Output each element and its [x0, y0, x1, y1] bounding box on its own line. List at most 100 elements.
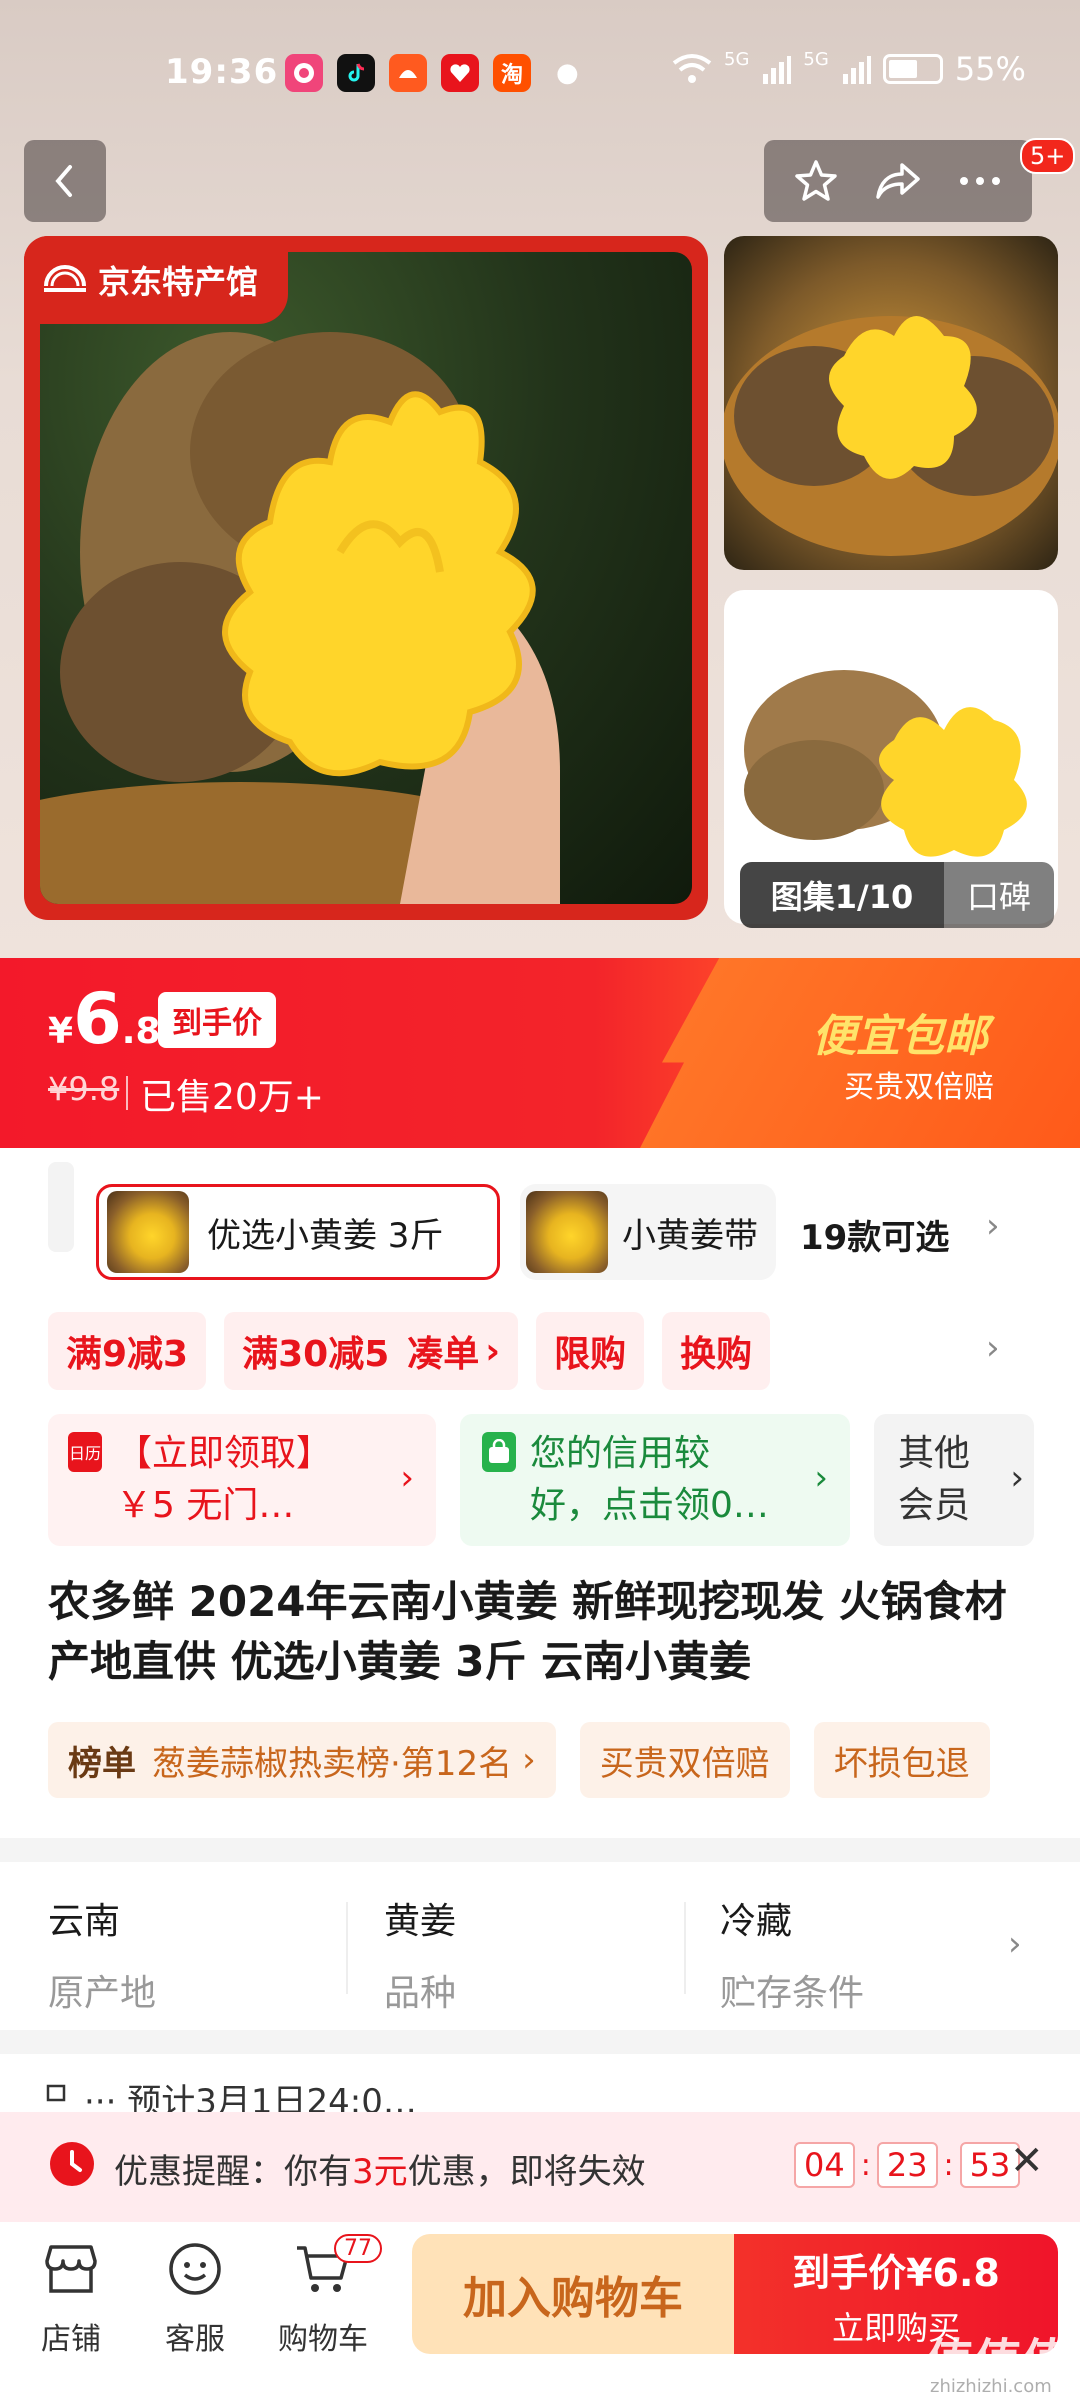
signal-1: 5G [724, 48, 750, 70]
reminder-amount: 3元 [352, 2152, 408, 2192]
sold-count: 已售20万+ [126, 1068, 324, 1120]
product-title: 农多鲜 2024年云南小黄姜 新鲜现挖现发 火锅食材 产地直供 优选小黄姜 3斤… [48, 1577, 1007, 1686]
store-icon [40, 2238, 102, 2300]
thumbnail-1[interactable] [724, 236, 1058, 570]
sku-option[interactable]: 小黄姜带 [520, 1184, 776, 1280]
timer-separator: : [860, 2147, 871, 2183]
main-product-image[interactable]: 京东特产馆 [24, 236, 708, 920]
sku-option-selected[interactable]: 优选小黄姜 3斤 [96, 1184, 500, 1280]
chevron-left-icon [55, 165, 72, 197]
wifi-icon [672, 54, 712, 83]
member-coupon-text: 其他会员 [898, 1433, 971, 1526]
shipping-text: ··· 预计3月1日24:0… [84, 2082, 417, 2114]
service-button[interactable]: 客服 [140, 2238, 250, 2358]
price-integer: 6 [73, 978, 122, 1060]
truck-icon [46, 2084, 66, 2102]
promo-discount-2-label: 满30减5 [242, 1334, 390, 1375]
promo-discount-2[interactable]: 满30减5 凑单 › [224, 1312, 519, 1390]
promo-sub: 买贵双倍赔 [844, 1070, 994, 1105]
cart-label: 购物车 [278, 2322, 368, 2357]
price-guarantee-tag[interactable]: 买贵双倍赔 [579, 1722, 790, 1798]
ginger-photo [40, 252, 692, 904]
price-decimal: .8 [121, 1011, 161, 1052]
promo-limit[interactable]: 限购 [536, 1312, 645, 1390]
store-label: 店铺 [41, 2322, 101, 2357]
timer-minutes: 23 [876, 2142, 938, 2188]
attributes-card[interactable]: 云南 原产地 黄姜 品种 冷藏 贮存条件 › [0, 1862, 1080, 2030]
coupon-claim[interactable]: 日历 【立即领取】￥5 无门… › [48, 1414, 436, 1546]
promo-exchange[interactable]: 换购 [662, 1312, 771, 1390]
store-button[interactable]: 店铺 [16, 2238, 126, 2358]
chevron-right-icon: › [522, 1740, 536, 1780]
timer-separator: : [943, 2147, 954, 2183]
gallery-tab[interactable]: 图集1/10 [740, 862, 944, 928]
sku-option-label: 优选小黄姜 3斤 [207, 1215, 444, 1256]
credit-coupon[interactable]: 您的信用较好，点击领0… › [460, 1414, 850, 1546]
close-icon[interactable]: ✕ [1010, 2138, 1044, 2184]
shipping-info[interactable]: ··· 预计3月1日24:0… [0, 2054, 1080, 2114]
chat-icon [164, 2238, 226, 2300]
watermark-url: zhizhizhi.com [930, 2376, 1052, 2397]
promo-discount-1[interactable]: 满9减3 [48, 1312, 207, 1390]
chevron-right-icon[interactable]: › [986, 1328, 1000, 1368]
app-icon-2 [441, 54, 479, 92]
taobao-icon: 淘 [493, 54, 531, 92]
ginger-illustration [40, 332, 560, 904]
chevron-right-icon[interactable]: › [1008, 1924, 1022, 1964]
ranking-tag[interactable]: 榜单 葱姜蒜椒热卖榜·第12名 › [48, 1722, 556, 1798]
chevron-right-icon: › [485, 1330, 501, 1372]
chevron-right-icon[interactable]: › [986, 1206, 1000, 1246]
buy-now-price: 到手价¥6.8 [792, 2251, 1000, 2295]
attribute-value: 云南 [48, 1901, 121, 1942]
star-icon[interactable] [792, 157, 840, 205]
sku-count[interactable]: 19款可选 [800, 1210, 949, 1259]
reminder-text: 优惠提醒：你有3元优惠，即将失效 [114, 2144, 646, 2193]
thumbnail-1-illustration [724, 316, 1058, 556]
reminder-prefix: 优惠提醒：你有 [114, 2152, 352, 2192]
chevron-right-icon: › [1010, 1458, 1024, 1498]
member-coupon[interactable]: 其他会员 › [874, 1414, 1034, 1546]
ranking-text: 葱姜蒜椒热卖榜·第12名 [152, 1743, 513, 1784]
top-actions [764, 140, 1032, 222]
jd-logo-icon [44, 265, 86, 292]
cart-button[interactable]: 购物车 77 [268, 2234, 382, 2358]
calendar-icon: 日历 [68, 1432, 102, 1472]
reminder-suffix: 优惠，即将失效 [407, 2152, 646, 2192]
share-icon[interactable] [872, 159, 924, 203]
sku-thumbnail [107, 1191, 189, 1273]
attribute-variety: 黄姜 品种 [384, 1892, 456, 2016]
attribute-origin: 云南 原产地 [48, 1892, 156, 2016]
credit-coupon-text: 您的信用较好，点击领0… [530, 1433, 769, 1526]
product-info-card: 优选小黄姜 3斤 小黄姜带 19款可选 › 满9减3 满30减5 凑单 › 限购… [0, 1148, 1080, 1838]
add-to-cart-button[interactable]: 加入购物车 [412, 2234, 734, 2354]
notification-icons: 淘 [285, 54, 531, 92]
app-icon [389, 54, 427, 92]
cart-count-badge: 77 [334, 2234, 382, 2263]
gallery-counter[interactable]: 图集1/10 口碑 [740, 862, 1054, 928]
status-time: 19:36 [165, 52, 279, 92]
signal-icon [763, 56, 792, 84]
free-shipping-promo[interactable]: 便宜包邮 买贵双倍赔 [640, 958, 1080, 1148]
ranking-label: 榜单 [68, 1743, 136, 1784]
price-banner: ¥6.8 到手价 ¥9.8 已售20万+ 便宜包邮 买贵双倍赔 [0, 958, 1080, 1148]
back-button[interactable] [24, 140, 106, 222]
bottom-action-bar: 店铺 客服 购物车 77 加入购物车 到手价¥6.8 立即购买 [0, 2222, 1080, 2400]
reviews-tab[interactable]: 口碑 [944, 872, 1054, 918]
price-currency: ¥ [48, 1011, 74, 1052]
timer-hours: 04 [794, 2142, 855, 2188]
divider [684, 1902, 686, 1994]
signal-2: 5G [803, 48, 829, 70]
brand-tag-label: 京东特产馆 [98, 263, 259, 301]
douyin-icon [337, 54, 375, 92]
chevron-right-icon: › [400, 1458, 414, 1498]
more-icon[interactable] [956, 175, 1004, 187]
promo-title: 便宜包邮 [812, 1011, 988, 1062]
clock-icon [50, 2142, 94, 2186]
discount-reminder[interactable]: 优惠提醒：你有3元优惠，即将失效 04 : 23 : 53 ✕ [0, 2112, 1080, 2222]
promo-row: 满9减3 满30减5 凑单 › 限购 换购 [48, 1312, 771, 1390]
battery-level: 55% [954, 50, 1026, 88]
promo-bundle-label: 凑单 [407, 1334, 480, 1375]
divider [346, 1902, 348, 1994]
damage-return-tag[interactable]: 坏损包退 [813, 1722, 990, 1798]
battery-icon [882, 54, 943, 84]
